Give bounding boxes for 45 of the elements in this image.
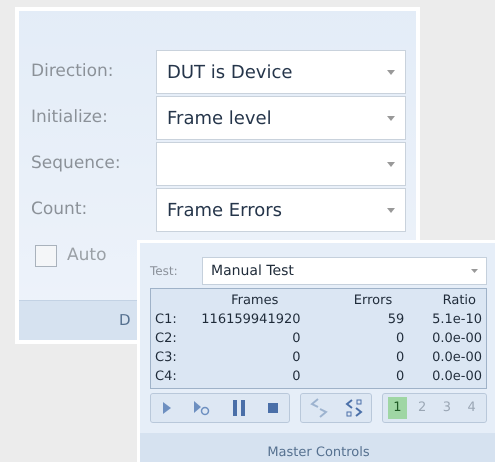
field-label: Initialize: <box>31 106 109 130</box>
dropdown[interactable]: DUT is Device <box>156 50 406 94</box>
table-cell-text: 0.0e-00 <box>431 330 482 348</box>
test-dropdown[interactable]: Manual Test <box>202 257 487 285</box>
dropdown-arrow-icon <box>471 269 478 273</box>
column-header: Errors <box>352 292 394 310</box>
table-cell-text: 5.1e-10 <box>431 311 482 329</box>
dropdown[interactable] <box>156 142 406 186</box>
play-icon[interactable] <box>162 401 172 415</box>
checkbox[interactable] <box>35 244 57 267</box>
field-label: Count: <box>31 198 88 222</box>
stop-icon[interactable] <box>266 402 278 414</box>
table-cell-text: 0 <box>291 349 301 367</box>
column-header: Ratio <box>442 292 477 310</box>
table-cell-text: 0.0e-00 <box>431 349 482 367</box>
step-icon[interactable] <box>192 400 210 416</box>
dropdown-arrow-icon <box>387 162 395 166</box>
table-cell-text: 59 <box>386 311 404 329</box>
field-label: Sequence: <box>31 152 122 176</box>
dropdown-arrow-icon <box>387 116 395 120</box>
dropdown-arrow-icon <box>387 208 395 212</box>
test-label: Test: <box>150 263 179 280</box>
table-cell-text: 0 <box>291 330 301 348</box>
row-label: C1: <box>155 311 178 329</box>
group-label: D <box>119 310 131 332</box>
table-cell-text: 0 <box>394 349 404 367</box>
table-cell-text: 0 <box>394 330 404 348</box>
dropdown-arrow-icon <box>387 70 395 74</box>
channel-button[interactable]: 1 <box>388 397 407 419</box>
dropdown[interactable]: Frame Errors <box>156 188 406 232</box>
table-cell-text: 0.0e-00 <box>431 368 482 386</box>
checkbox-label: Auto <box>67 244 106 267</box>
column-header: Frames <box>230 292 280 310</box>
group-label: Master Controls <box>267 444 370 462</box>
table-cell-text: 116159941920 <box>200 311 301 329</box>
row-label: C2: <box>155 330 178 348</box>
row-label: C3: <box>155 349 178 367</box>
row-label: C4: <box>155 368 178 386</box>
swap-icon[interactable] <box>344 397 364 419</box>
dropdown[interactable]: Frame level <box>156 96 406 140</box>
swap-icon[interactable] <box>308 397 328 419</box>
table-cell-text: 0 <box>291 368 301 386</box>
field-label: Direction: <box>31 60 115 84</box>
pause-icon[interactable] <box>232 399 246 417</box>
table-cell-text: 0 <box>394 368 404 386</box>
